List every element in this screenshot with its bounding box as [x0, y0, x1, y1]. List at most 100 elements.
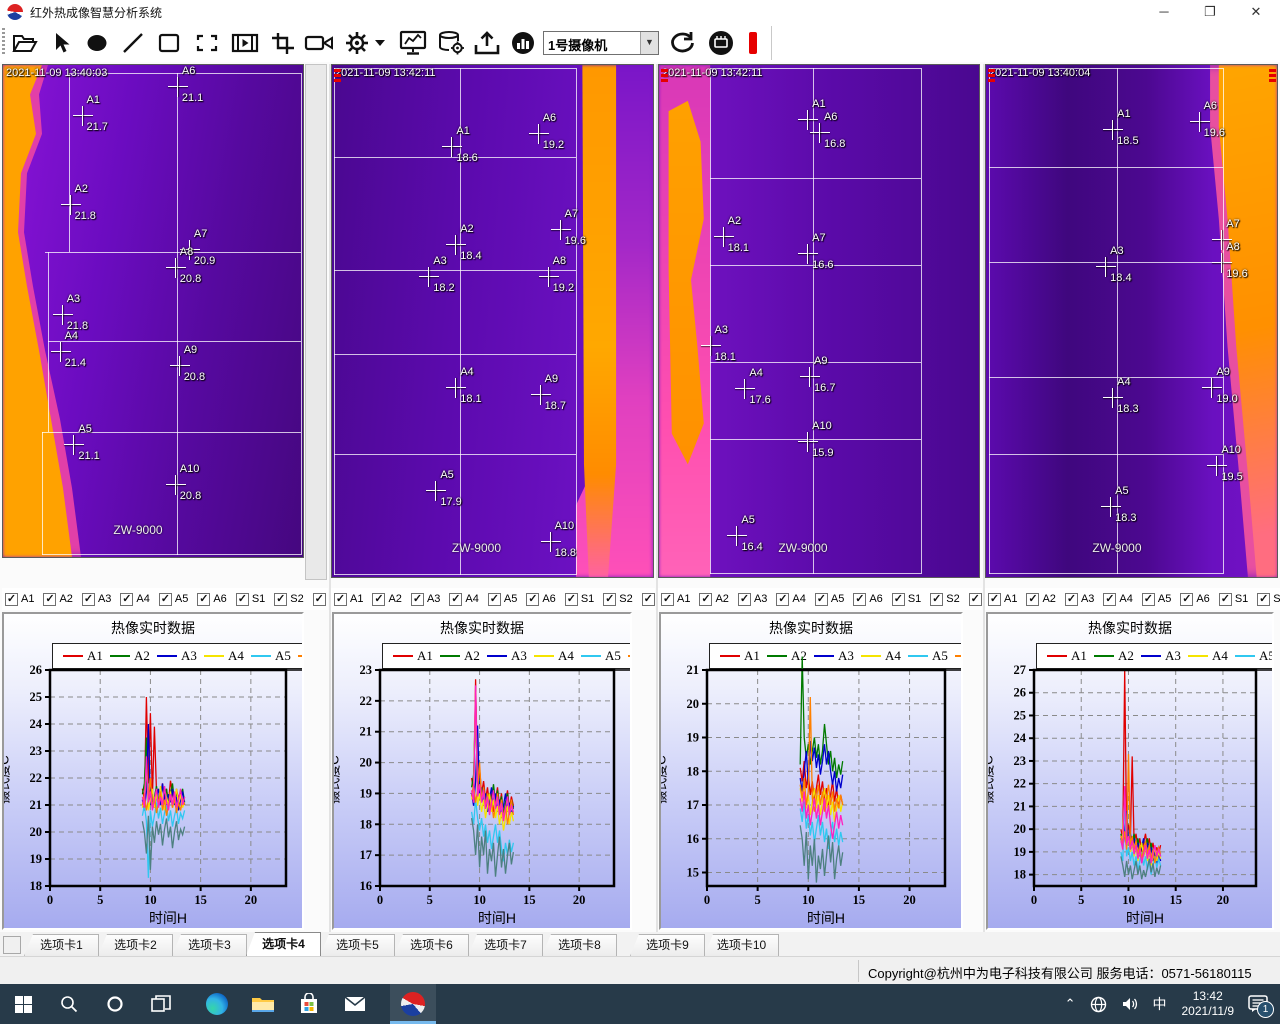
checkbox-A4[interactable]: ✓A4	[776, 593, 805, 606]
close-button[interactable]: ✕	[1233, 0, 1279, 24]
tab-2[interactable]: 选项卡2	[98, 934, 173, 956]
checkbox-box[interactable]: ✓	[565, 593, 578, 606]
checkbox-box[interactable]: ✓	[930, 593, 943, 606]
thermal-view-4[interactable]: A118.5A619.6A318.4A7A819.6A418.3A919.0A1…	[985, 64, 1278, 578]
checkbox-A4[interactable]: ✓A4	[449, 593, 478, 606]
checkbox-box[interactable]: ✓	[892, 593, 905, 606]
checkbox-A2[interactable]: ✓A2	[43, 593, 72, 606]
checkbox-S2[interactable]: ✓S2	[1257, 593, 1280, 606]
store-icon[interactable]	[286, 984, 332, 1024]
checkbox-S1[interactable]: ✓S1	[892, 593, 921, 606]
checkbox-box[interactable]: ✓	[159, 593, 172, 606]
checkbox-box[interactable]: ✓	[1180, 593, 1193, 606]
checkbox-S2[interactable]: ✓S2	[603, 593, 632, 606]
maximize-button[interactable]: ❐	[1187, 0, 1233, 24]
edge-icon[interactable]	[194, 984, 240, 1024]
checkbox-box[interactable]: ✓	[372, 593, 385, 606]
toolbar-grip[interactable]	[2, 28, 5, 56]
checkbox-box[interactable]: ✓	[642, 593, 655, 606]
chevron-down-icon[interactable]: ▼	[640, 32, 658, 54]
settings-dropdown-icon[interactable]	[372, 27, 388, 59]
checkbox-S2[interactable]: ✓S2	[274, 593, 303, 606]
tab-8[interactable]: 选项卡8	[542, 934, 617, 956]
search-icon[interactable]	[46, 984, 92, 1024]
checkbox-A3[interactable]: ✓A3	[1065, 593, 1094, 606]
checkbox-S1[interactable]: ✓S1	[1219, 593, 1248, 606]
checkbox-box[interactable]: ✓	[411, 593, 424, 606]
tab-7[interactable]: 选项卡7	[468, 934, 543, 956]
checkbox-A5[interactable]: ✓A5	[1142, 593, 1171, 606]
checkbox-A2[interactable]: ✓A2	[1026, 593, 1055, 606]
checkbox-box[interactable]: ✓	[661, 593, 674, 606]
camera-icon[interactable]	[302, 27, 336, 59]
tab-10[interactable]: 选项卡10	[704, 934, 779, 956]
checkbox-box[interactable]: ✓	[488, 593, 501, 606]
database-settings-icon[interactable]	[434, 27, 468, 59]
checkbox-box[interactable]: ✓	[197, 593, 210, 606]
taskbar-thermal-app[interactable]	[390, 984, 436, 1024]
rect-tool-icon[interactable]	[152, 27, 186, 59]
ellipse-tool-icon[interactable]	[80, 27, 114, 59]
thermal-view-3[interactable]: A1A616.8A218.1A716.6A318.1A916.7A417.6A1…	[658, 64, 980, 578]
checkbox-A2[interactable]: ✓A2	[699, 593, 728, 606]
checkbox-A6[interactable]: ✓A6	[1180, 593, 1209, 606]
tab-scroll-button[interactable]	[3, 936, 21, 954]
task-view-icon[interactable]	[138, 984, 184, 1024]
checkbox-A3[interactable]: ✓A3	[411, 593, 440, 606]
checkbox-box[interactable]: ✓	[1257, 593, 1270, 606]
checkbox-A1[interactable]: ✓A1	[5, 593, 34, 606]
checkbox-box[interactable]: ✓	[776, 593, 789, 606]
device-chip-icon[interactable]	[704, 27, 738, 59]
checkbox-A6[interactable]: ✓A6	[853, 593, 882, 606]
minimize-button[interactable]: ─	[1141, 0, 1187, 24]
checkbox-A6[interactable]: ✓A6	[526, 593, 555, 606]
checkbox-S3[interactable]: ✓S3	[313, 593, 328, 606]
checkbox-A5[interactable]: ✓A5	[815, 593, 844, 606]
checkbox-box[interactable]: ✓	[43, 593, 56, 606]
tab-3[interactable]: 选项卡3	[172, 934, 247, 956]
checkbox-box[interactable]: ✓	[853, 593, 866, 606]
checkbox-box[interactable]: ✓	[120, 593, 133, 606]
checkbox-box[interactable]: ✓	[313, 593, 326, 606]
cortana-icon[interactable]	[92, 984, 138, 1024]
checkbox-box[interactable]: ✓	[1219, 593, 1232, 606]
checkbox-A1[interactable]: ✓A1	[988, 593, 1017, 606]
checkbox-box[interactable]: ✓	[1103, 593, 1116, 606]
checkbox-A5[interactable]: ✓A5	[159, 593, 188, 606]
checkbox-box[interactable]: ✓	[5, 593, 18, 606]
checkbox-S3[interactable]: ✓S3	[969, 593, 982, 606]
notification-icon[interactable]: 1	[1242, 984, 1280, 1024]
volume-icon[interactable]	[1114, 984, 1146, 1024]
video-play-icon[interactable]	[228, 27, 262, 59]
checkbox-box[interactable]: ✓	[969, 593, 982, 606]
checkbox-S2[interactable]: ✓S2	[930, 593, 959, 606]
open-folder-icon[interactable]	[8, 27, 42, 59]
checkbox-A4[interactable]: ✓A4	[1103, 593, 1132, 606]
mail-icon[interactable]	[332, 984, 378, 1024]
settings-gear-icon[interactable]	[340, 27, 374, 59]
export-upload-icon[interactable]	[470, 27, 504, 59]
checkbox-A4[interactable]: ✓A4	[120, 593, 149, 606]
checkbox-A1[interactable]: ✓A1	[661, 593, 690, 606]
tab-6[interactable]: 选项卡6	[394, 934, 469, 956]
tab-4[interactable]: 选项卡4	[246, 932, 321, 956]
checkbox-box[interactable]: ✓	[82, 593, 95, 606]
tab-5[interactable]: 选项卡5	[320, 934, 395, 956]
checkbox-box[interactable]: ✓	[988, 593, 1001, 606]
checkbox-box[interactable]: ✓	[526, 593, 539, 606]
checkbox-S1[interactable]: ✓S1	[236, 593, 265, 606]
stop-indicator[interactable]	[749, 32, 757, 54]
checkbox-box[interactable]: ✓	[603, 593, 616, 606]
checkbox-box[interactable]: ✓	[1065, 593, 1078, 606]
taskbar-clock[interactable]: 13:42 2021/11/9	[1174, 989, 1243, 1019]
start-button[interactable]	[0, 984, 46, 1024]
network-icon[interactable]	[1083, 984, 1114, 1024]
checkbox-S1[interactable]: ✓S1	[565, 593, 594, 606]
thermal-view-1[interactable]: A121.7A621.1A221.8A720.9A820.8A321.8A421…	[2, 64, 304, 558]
camera-select[interactable]: 1号摄像机 ▼	[543, 31, 659, 55]
thermal-scrollbar[interactable]	[305, 64, 327, 580]
checkbox-box[interactable]: ✓	[815, 593, 828, 606]
checkbox-box[interactable]: ✓	[738, 593, 751, 606]
checkbox-box[interactable]: ✓	[334, 593, 347, 606]
ime-indicator[interactable]: 中	[1146, 984, 1174, 1024]
